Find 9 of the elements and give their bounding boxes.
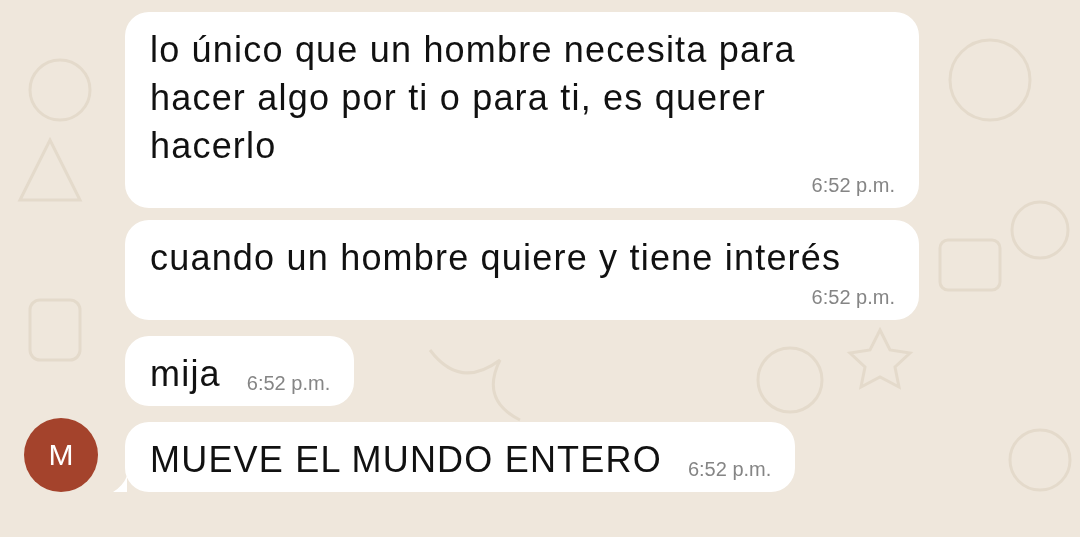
message-time: 6:52 p.m.	[811, 285, 895, 310]
message-text: cuando un hombre quiere y tiene interés	[150, 236, 842, 280]
message-text: lo único que un hombre necesita para hacer algo por ti o para ti, es querer hacerlo	[150, 28, 797, 168]
avatar[interactable]: M	[24, 418, 98, 492]
message-time: 6:52 p.m.	[246, 371, 331, 396]
message-text: MUEVE EL MUNDO ENTERO	[150, 438, 662, 482]
message-time: 6:52 p.m.	[811, 173, 895, 198]
message-text: mija	[150, 352, 221, 396]
message-time: 6:52 p.m.	[687, 457, 772, 482]
